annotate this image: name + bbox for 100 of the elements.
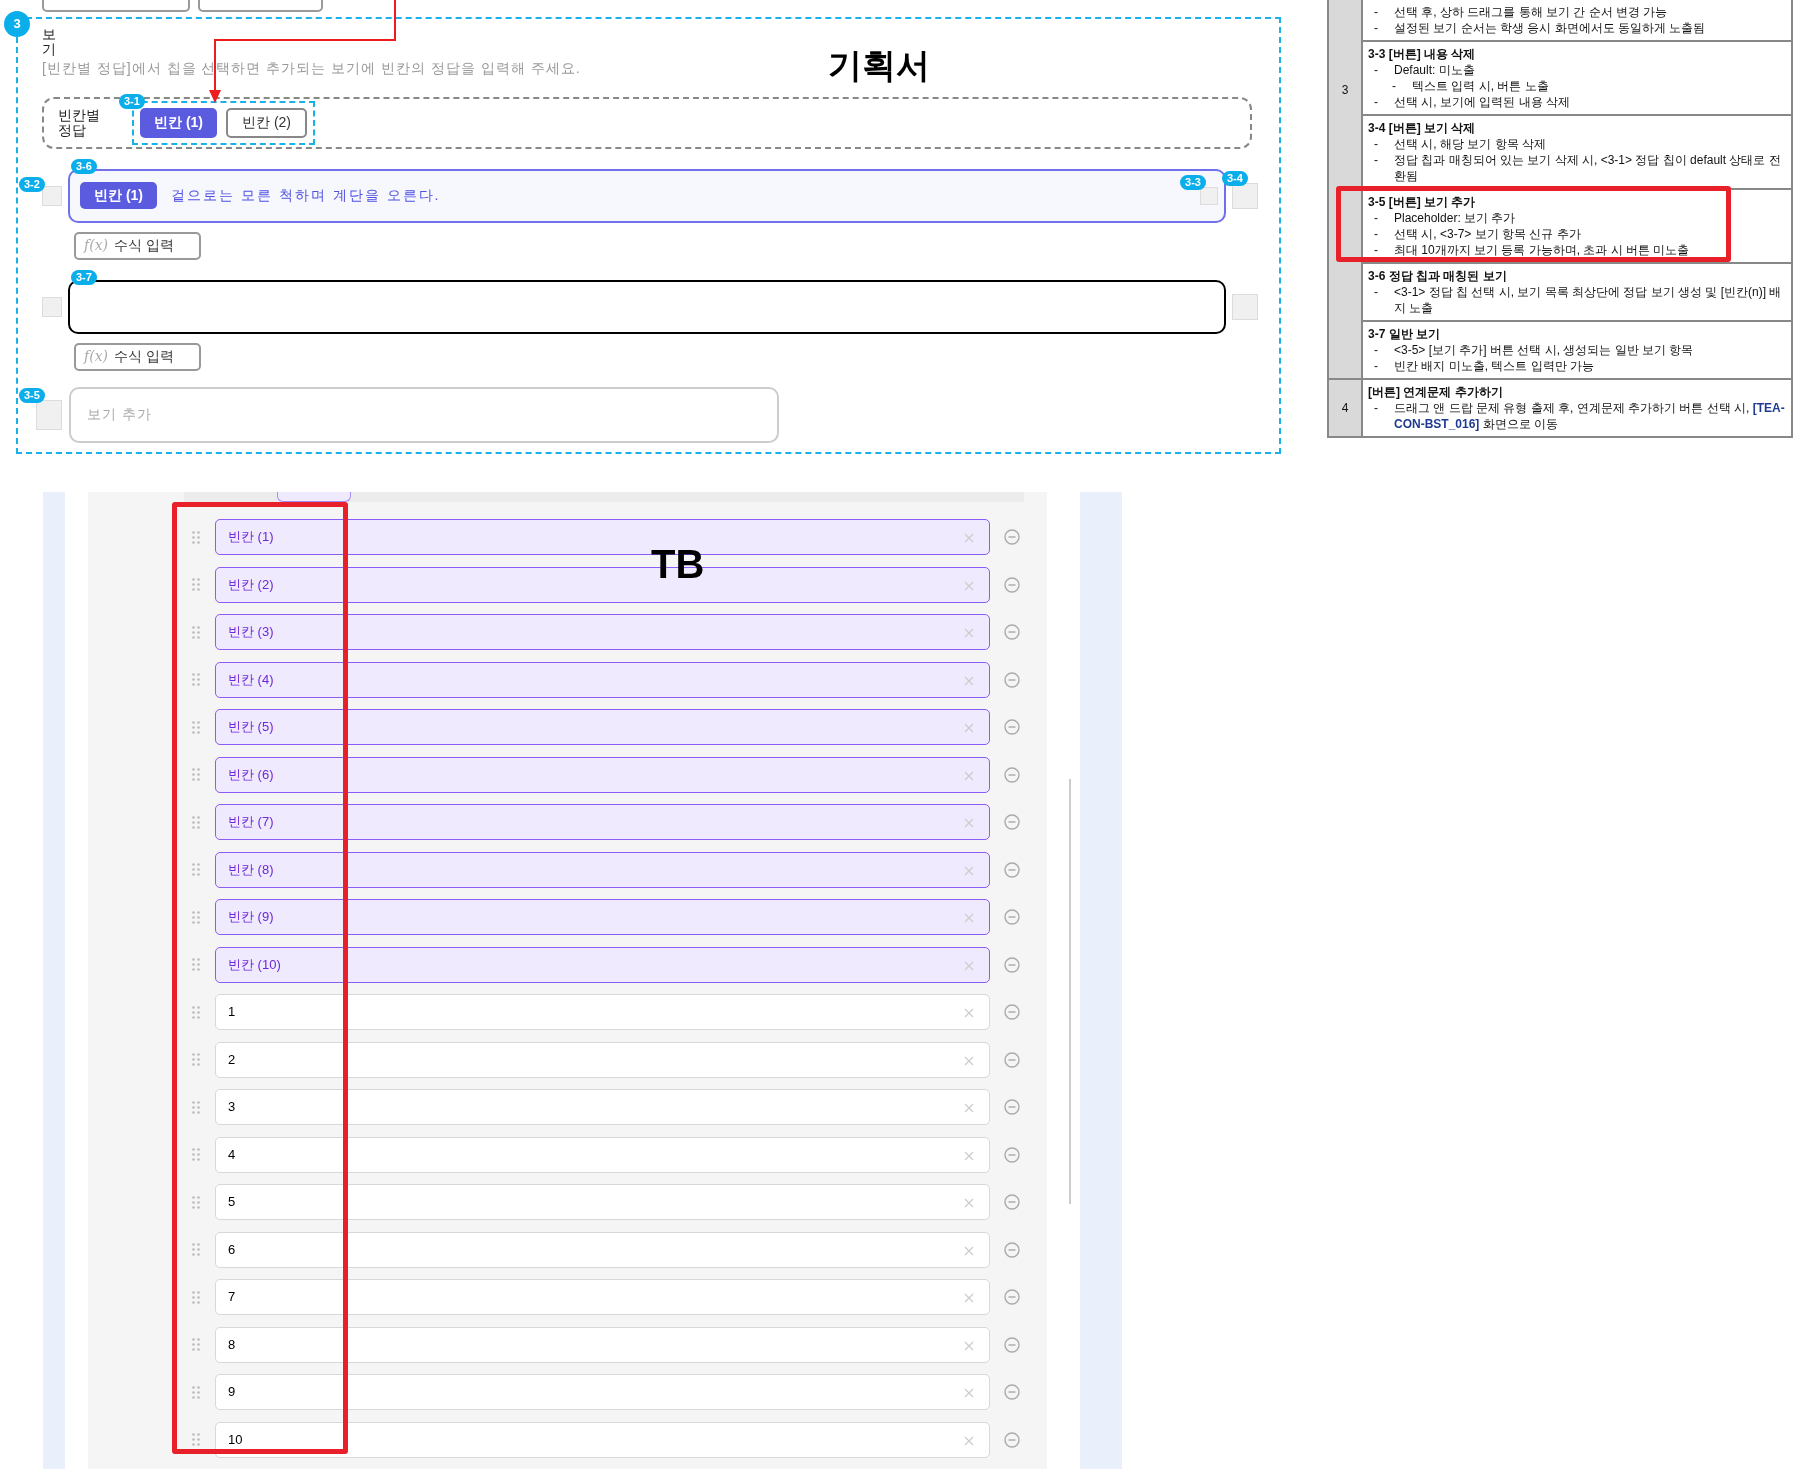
delete-button[interactable] — [1232, 182, 1258, 209]
option-field[interactable]: 5 — [215, 1184, 990, 1220]
callout-tag: 3-2 — [19, 176, 45, 192]
spec-line: <3-5> [보기 추가] 버튼 선택 시, 생성되는 일반 보기 항목 — [1394, 342, 1694, 358]
drag-handle-icon[interactable] — [192, 1148, 200, 1161]
drag-handle-icon[interactable] — [192, 673, 200, 686]
remove-icon[interactable] — [1004, 861, 1020, 878]
option-field[interactable]: 8 — [215, 1326, 990, 1363]
clear-icon[interactable] — [964, 723, 974, 733]
remove-icon[interactable] — [1004, 671, 1020, 688]
clear-icon[interactable] — [964, 865, 974, 876]
option-field[interactable]: 4 — [215, 1136, 990, 1173]
clear-icon[interactable] — [964, 1008, 974, 1018]
option-input-row[interactable] — [68, 279, 1226, 334]
remove-icon[interactable] — [1004, 624, 1020, 640]
drag-handle-icon[interactable] — [192, 1053, 200, 1066]
option-field[interactable]: 1 — [215, 994, 990, 1030]
drag-handle-icon[interactable] — [192, 863, 200, 876]
remove-icon[interactable] — [1004, 1146, 1020, 1163]
remove-icon[interactable] — [1004, 1099, 1020, 1115]
bullet-dash: - — [1373, 342, 1379, 358]
formula-button[interactable]: f(x) 수식 입력 — [74, 231, 201, 260]
remove-icon[interactable] — [1004, 529, 1020, 545]
drag-handle-icon[interactable] — [192, 815, 200, 829]
clear-button[interactable] — [1200, 186, 1218, 205]
drag-handle-icon[interactable] — [192, 910, 200, 924]
drag-handle-icon[interactable] — [192, 1433, 200, 1446]
option-field[interactable]: 빈칸 (7) — [215, 804, 990, 840]
clear-icon[interactable] — [964, 533, 974, 543]
remove-icon[interactable] — [1004, 719, 1020, 735]
clear-icon[interactable] — [964, 1435, 974, 1446]
clear-icon[interactable] — [964, 1388, 974, 1398]
drag-handle-icon[interactable] — [192, 1290, 200, 1304]
remove-icon[interactable] — [1004, 814, 1020, 830]
drag-handle-icon[interactable] — [192, 1100, 200, 1114]
drag-handle-icon[interactable] — [192, 768, 200, 781]
drag-handle-icon[interactable] — [192, 1005, 200, 1019]
remove-icon[interactable] — [1004, 1336, 1020, 1353]
answer-chip[interactable]: 빈칸 (1) — [140, 107, 217, 138]
drag-handle[interactable] — [42, 296, 62, 317]
bullet-dash: - — [1373, 400, 1379, 417]
option-field[interactable]: 2 — [215, 1041, 990, 1078]
option-field[interactable]: 10 — [215, 1421, 990, 1458]
clear-icon[interactable] — [964, 770, 974, 781]
remove-icon[interactable] — [1004, 1051, 1020, 1068]
remove-icon[interactable] — [1004, 956, 1020, 973]
clear-icon[interactable] — [964, 1198, 974, 1208]
drag-handle-icon[interactable] — [192, 1338, 200, 1351]
remove-icon[interactable] — [1004, 1431, 1020, 1448]
drag-handle-icon[interactable] — [192, 1243, 200, 1256]
clear-icon[interactable] — [964, 913, 974, 923]
clear-icon[interactable] — [964, 1150, 974, 1161]
clear-icon[interactable] — [964, 960, 974, 971]
clear-icon[interactable] — [964, 675, 974, 686]
clear-icon[interactable] — [964, 1055, 974, 1066]
drag-handle[interactable] — [36, 399, 62, 430]
option-field[interactable]: 빈칸 (4) — [215, 661, 990, 698]
bullet-dash: - — [1373, 152, 1379, 169]
remove-icon[interactable] — [1004, 909, 1020, 925]
drag-handle[interactable] — [42, 185, 62, 206]
remove-icon[interactable] — [1004, 1289, 1020, 1305]
remove-icon[interactable] — [1004, 1384, 1020, 1400]
formula-button[interactable]: f(x) 수식 입력 — [74, 342, 201, 371]
spec-line: Placeholder: 보기 추가 — [1394, 210, 1516, 226]
option-field[interactable]: 빈칸 (6) — [215, 756, 990, 793]
option-field[interactable]: 3 — [215, 1089, 990, 1125]
option-field[interactable]: 빈칸 (8) — [215, 851, 990, 888]
drag-handle-icon[interactable] — [192, 530, 200, 544]
remove-icon[interactable] — [1004, 1241, 1020, 1258]
drag-handle-icon[interactable] — [192, 958, 200, 971]
option-field[interactable]: 9 — [215, 1374, 990, 1410]
scrollbar[interactable] — [1069, 779, 1071, 1204]
option-field[interactable]: 빈칸 (10) — [215, 946, 990, 983]
delete-button[interactable] — [1232, 293, 1258, 320]
option-field[interactable]: 6 — [215, 1231, 990, 1268]
option-field[interactable]: 빈칸 (9) — [215, 899, 990, 935]
spec-heading: 3-3 [버튼] 내용 삭제 — [1368, 46, 1477, 62]
option-field[interactable]: 7 — [215, 1279, 990, 1315]
spec-line: 선택 시, <3-7> 보기 항목 신규 추가 — [1394, 226, 1581, 242]
option-field[interactable]: 빈칸 (3) — [215, 614, 990, 650]
drag-handle-icon[interactable] — [192, 578, 200, 591]
remove-icon[interactable] — [1004, 576, 1020, 593]
clear-icon[interactable] — [964, 1340, 974, 1351]
option-field[interactable]: 빈칸 (5) — [215, 709, 990, 745]
bullet-dash: - — [1373, 20, 1379, 36]
drag-handle-icon[interactable] — [192, 1195, 200, 1209]
remove-icon[interactable] — [1004, 1194, 1020, 1210]
clear-icon[interactable] — [964, 1293, 974, 1303]
answer-chip[interactable]: 빈칸 (2) — [226, 107, 307, 138]
clear-icon[interactable] — [964, 628, 974, 638]
remove-icon[interactable] — [1004, 766, 1020, 783]
clear-icon[interactable] — [964, 580, 974, 591]
tab[interactable] — [277, 492, 351, 502]
drag-handle-icon[interactable] — [192, 625, 200, 639]
drag-handle-icon[interactable] — [192, 1385, 200, 1399]
drag-handle-icon[interactable] — [192, 720, 200, 734]
remove-icon[interactable] — [1004, 1004, 1020, 1020]
clear-icon[interactable] — [964, 818, 974, 828]
clear-icon[interactable] — [964, 1245, 974, 1256]
clear-icon[interactable] — [964, 1103, 974, 1113]
